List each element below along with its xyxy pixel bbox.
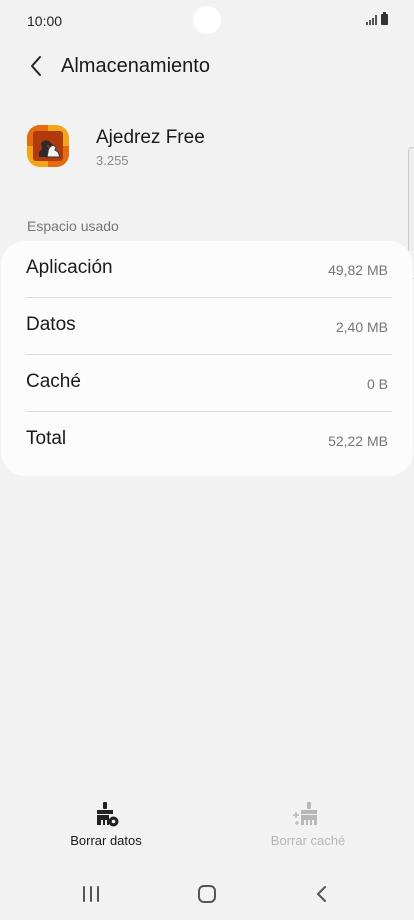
clear-data-label: Borrar datos (70, 833, 142, 848)
storage-row-cache: Caché 0 B (1, 355, 413, 412)
storage-row-application: Aplicación 49,82 MB (1, 241, 413, 298)
storage-row-value: 0 B (366, 376, 388, 392)
storage-row-label: Caché (26, 371, 81, 392)
recents-button[interactable] (71, 876, 111, 912)
section-header: Espacio usado (27, 218, 119, 234)
nav-back-button[interactable] (302, 876, 342, 912)
bottom-actions: Borrar datos Borrar caché (0, 800, 414, 864)
app-bar: Almacenamiento (0, 48, 414, 86)
storage-row-label: Datos (26, 314, 76, 335)
storage-row-value: 52,22 MB (328, 433, 388, 449)
status-icons (366, 12, 388, 25)
back-button[interactable] (22, 52, 50, 80)
storage-card: Aplicación 49,82 MB Datos 2,40 MB Caché … (1, 241, 413, 476)
storage-row-value: 49,82 MB (328, 262, 388, 278)
storage-row-data: Datos 2,40 MB (1, 298, 413, 355)
storage-row-total: Total 52,22 MB (1, 412, 413, 469)
storage-row-value: 2,40 MB (335, 319, 388, 335)
battery-icon (381, 12, 388, 25)
home-button[interactable] (187, 876, 227, 912)
app-version: 3.255 (96, 153, 129, 168)
navigation-bar (0, 868, 414, 920)
home-icon (198, 885, 216, 903)
storage-row-label: Aplicación (26, 257, 113, 278)
chevron-left-icon (31, 56, 41, 76)
clear-cache-button[interactable]: Borrar caché (238, 800, 378, 862)
storage-row-label: Total (26, 428, 67, 449)
clear-data-button[interactable]: Borrar datos (36, 800, 176, 862)
app-info: Ajedrez Free 3.255 (0, 122, 414, 178)
camera-cutout (193, 6, 221, 34)
app-icon (27, 125, 69, 167)
brush-gear-icon (97, 802, 119, 827)
brush-sparkle-icon (293, 802, 317, 825)
status-time: 10:00 (27, 13, 63, 29)
nav-back-icon (317, 886, 326, 902)
app-name: Ajedrez Free (96, 127, 205, 148)
clear-cache-label: Borrar caché (270, 833, 346, 848)
page-title: Almacenamiento (61, 55, 210, 77)
signal-icon (366, 15, 377, 25)
recents-icon (83, 886, 99, 902)
status-bar: 10:00 (0, 0, 414, 42)
